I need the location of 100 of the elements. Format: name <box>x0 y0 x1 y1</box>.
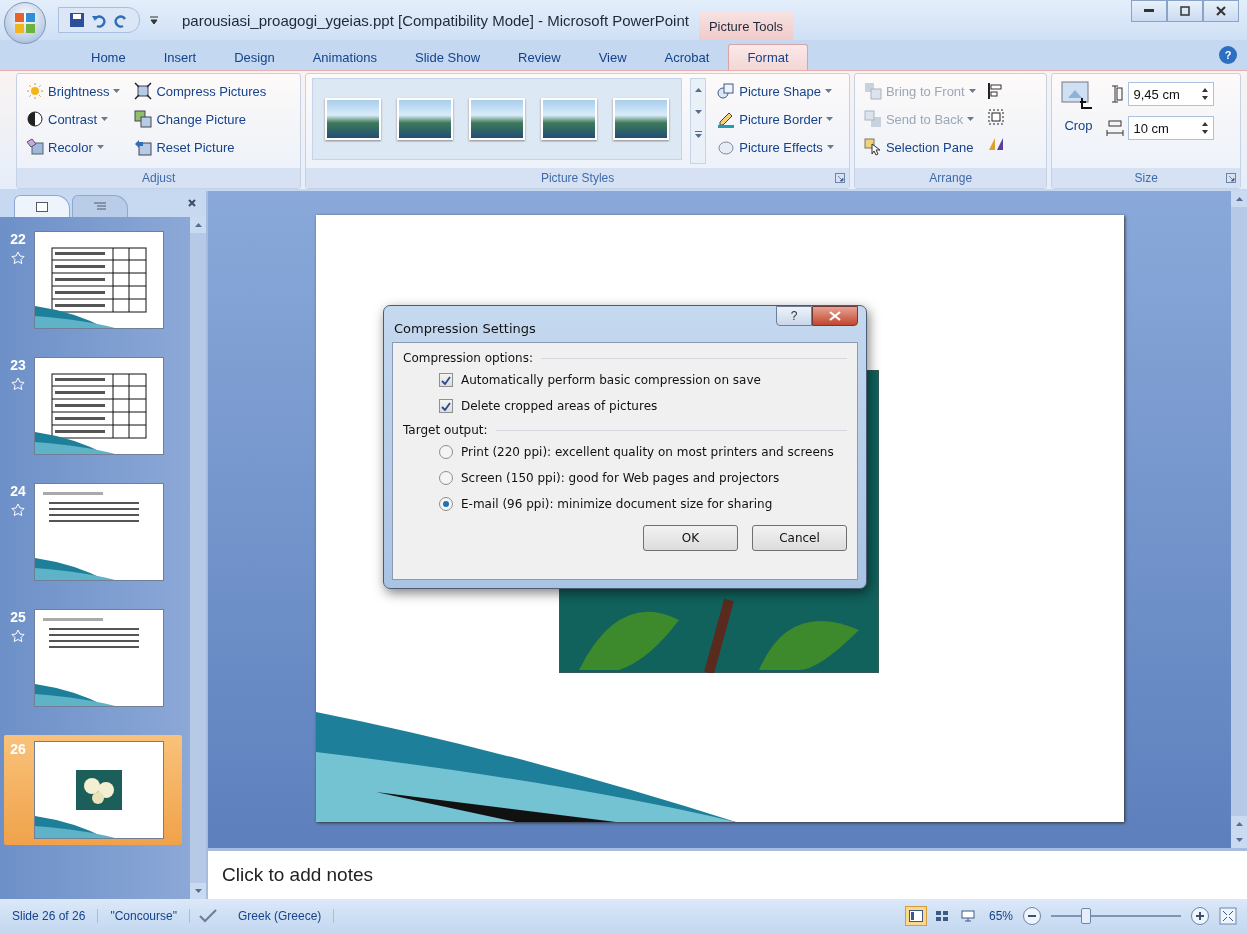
crop-button[interactable]: Crop <box>1058 78 1099 164</box>
slide-thumbnail[interactable] <box>34 609 164 707</box>
picture-style-thumbnail[interactable] <box>397 98 454 140</box>
ribbon-command[interactable]: Reset Picture <box>131 134 270 160</box>
sun-icon <box>26 82 44 100</box>
caret-icon <box>967 117 975 121</box>
ribbon-command[interactable]: Picture Border <box>714 106 837 132</box>
change-picture-icon <box>134 110 153 128</box>
grid-view-icon <box>934 910 949 922</box>
radio-button[interactable] <box>439 471 453 485</box>
down-arrow-icon <box>694 110 702 114</box>
dialog-button[interactable]: OK <box>643 525 738 551</box>
radio-label: Screen (150 ppi): good for Web pages and projectors <box>461 471 780 485</box>
maximize-icon <box>1180 6 1190 16</box>
zoom-out-button[interactable] <box>1023 907 1041 925</box>
scroll-down-button[interactable] <box>190 883 206 899</box>
slide-thumbnail[interactable] <box>34 357 164 455</box>
height-field[interactable]: 9,45 cm <box>1128 82 1215 106</box>
ribbon-command[interactable]: Contrast <box>23 106 124 132</box>
up-arrow-icon <box>694 88 702 92</box>
dialog-button[interactable]: Cancel <box>752 525 847 551</box>
notes-field[interactable]: Click to add notes <box>208 848 1247 899</box>
caret-icon <box>824 89 832 93</box>
ribbon-tab[interactable]: Animations <box>293 44 396 70</box>
checkmark-icon <box>441 375 451 385</box>
ribbon-tab[interactable]: Design <box>215 44 294 70</box>
slides-tab[interactable] <box>14 195 70 217</box>
customize-caret-icon[interactable] <box>150 15 158 25</box>
close-button[interactable] <box>1203 0 1239 22</box>
ribbon-command[interactable]: Compress Pictures <box>131 78 270 104</box>
ribbon-command[interactable]: Recolor <box>23 134 124 160</box>
slide-thumbnail[interactable] <box>34 483 164 581</box>
radio-label: E-mail (96 ppi): minimize document size for sharing <box>461 497 773 511</box>
shapes-icon <box>717 82 736 100</box>
down-arrow-icon <box>194 889 202 893</box>
ribbon-tab[interactable]: Insert <box>144 44 216 70</box>
up-arrow-icon <box>1235 197 1243 201</box>
checkbox[interactable] <box>439 373 453 387</box>
ribbon-tab[interactable]: Acrobat <box>645 44 729 70</box>
view-button[interactable] <box>904 906 927 926</box>
dialog-launcher-icon[interactable] <box>1226 173 1236 183</box>
width-field[interactable]: 10 cm <box>1128 116 1215 140</box>
undo-icon[interactable] <box>91 12 107 28</box>
zoom-in-button[interactable] <box>1191 907 1209 925</box>
slide-number: 23 <box>10 357 26 373</box>
spinner-icon <box>1201 87 1210 101</box>
caret-icon <box>826 145 834 149</box>
ribbon-tab[interactable]: Slide Show <box>396 44 500 70</box>
minimize-button[interactable] <box>1131 0 1167 22</box>
group-icon[interactable] <box>986 108 1007 126</box>
ribbon-tab[interactable]: Home <box>72 44 145 70</box>
radio-label: Print (220 ppi): excellent quality on most printers and screens <box>461 445 834 459</box>
picture-style-thumbnail[interactable] <box>325 98 382 140</box>
slide-thumbnail[interactable] <box>34 741 164 839</box>
picture-style-thumbnail[interactable] <box>541 98 598 140</box>
checkbox[interactable] <box>439 399 453 413</box>
redo-icon[interactable] <box>113 12 129 28</box>
close-icon <box>829 311 841 321</box>
close-icon <box>1216 6 1226 16</box>
close-button[interactable] <box>812 306 858 326</box>
slide-thumbnail[interactable] <box>34 231 164 329</box>
save-icon[interactable] <box>69 12 85 28</box>
up-arrow-icon <box>194 223 202 227</box>
maximize-button[interactable] <box>1167 0 1203 22</box>
fit-to-window-icon[interactable] <box>1219 907 1237 925</box>
ribbon-command[interactable]: Change Picture <box>131 106 270 132</box>
ribbon-tab[interactable]: Review <box>499 44 580 70</box>
effects-icon <box>717 138 736 156</box>
ribbon-command[interactable]: Brightness <box>23 78 124 104</box>
scroll-up-button[interactable] <box>1231 191 1247 207</box>
projector-screen-icon <box>960 910 975 922</box>
help-button[interactable]: ? <box>776 306 812 326</box>
caret-icon <box>968 89 976 93</box>
ribbon-tab[interactable]: Format <box>728 44 808 70</box>
ribbon-command[interactable]: Picture Effects <box>714 134 837 160</box>
flower-picture-icon <box>76 770 122 810</box>
radio-button[interactable] <box>439 445 453 459</box>
next-slide-button[interactable] <box>1231 832 1247 848</box>
spelling-check-icon[interactable] <box>197 908 218 924</box>
spinner-icon <box>1201 121 1210 135</box>
slider-thumb[interactable] <box>1081 908 1092 924</box>
section-heading: Compression options: <box>403 351 533 365</box>
scroll-up-button[interactable] <box>190 217 206 233</box>
wave-decoration-icon <box>35 558 115 580</box>
picture-style-thumbnail[interactable] <box>469 98 526 140</box>
ribbon-tab[interactable]: View <box>579 44 646 70</box>
more-icon <box>694 130 702 138</box>
double-up-arrow-icon <box>1235 822 1243 826</box>
width-icon <box>1106 119 1125 137</box>
ribbon-command[interactable]: Picture Shape <box>714 78 837 104</box>
compress-icon <box>134 82 153 100</box>
picture-style-thumbnail[interactable] <box>613 98 670 140</box>
previous-slide-button[interactable] <box>1231 816 1247 832</box>
checkbox-label: Automatically perform basic compression on save <box>461 373 761 387</box>
ribbon-command[interactable]: Selection Pane <box>860 134 979 160</box>
radio-button[interactable] <box>439 497 453 511</box>
help-button[interactable]: ? <box>1219 46 1237 64</box>
dialog-launcher-icon[interactable] <box>834 173 845 183</box>
send-backward-icon <box>863 110 882 128</box>
group-label: Picture Styles <box>540 171 615 185</box>
